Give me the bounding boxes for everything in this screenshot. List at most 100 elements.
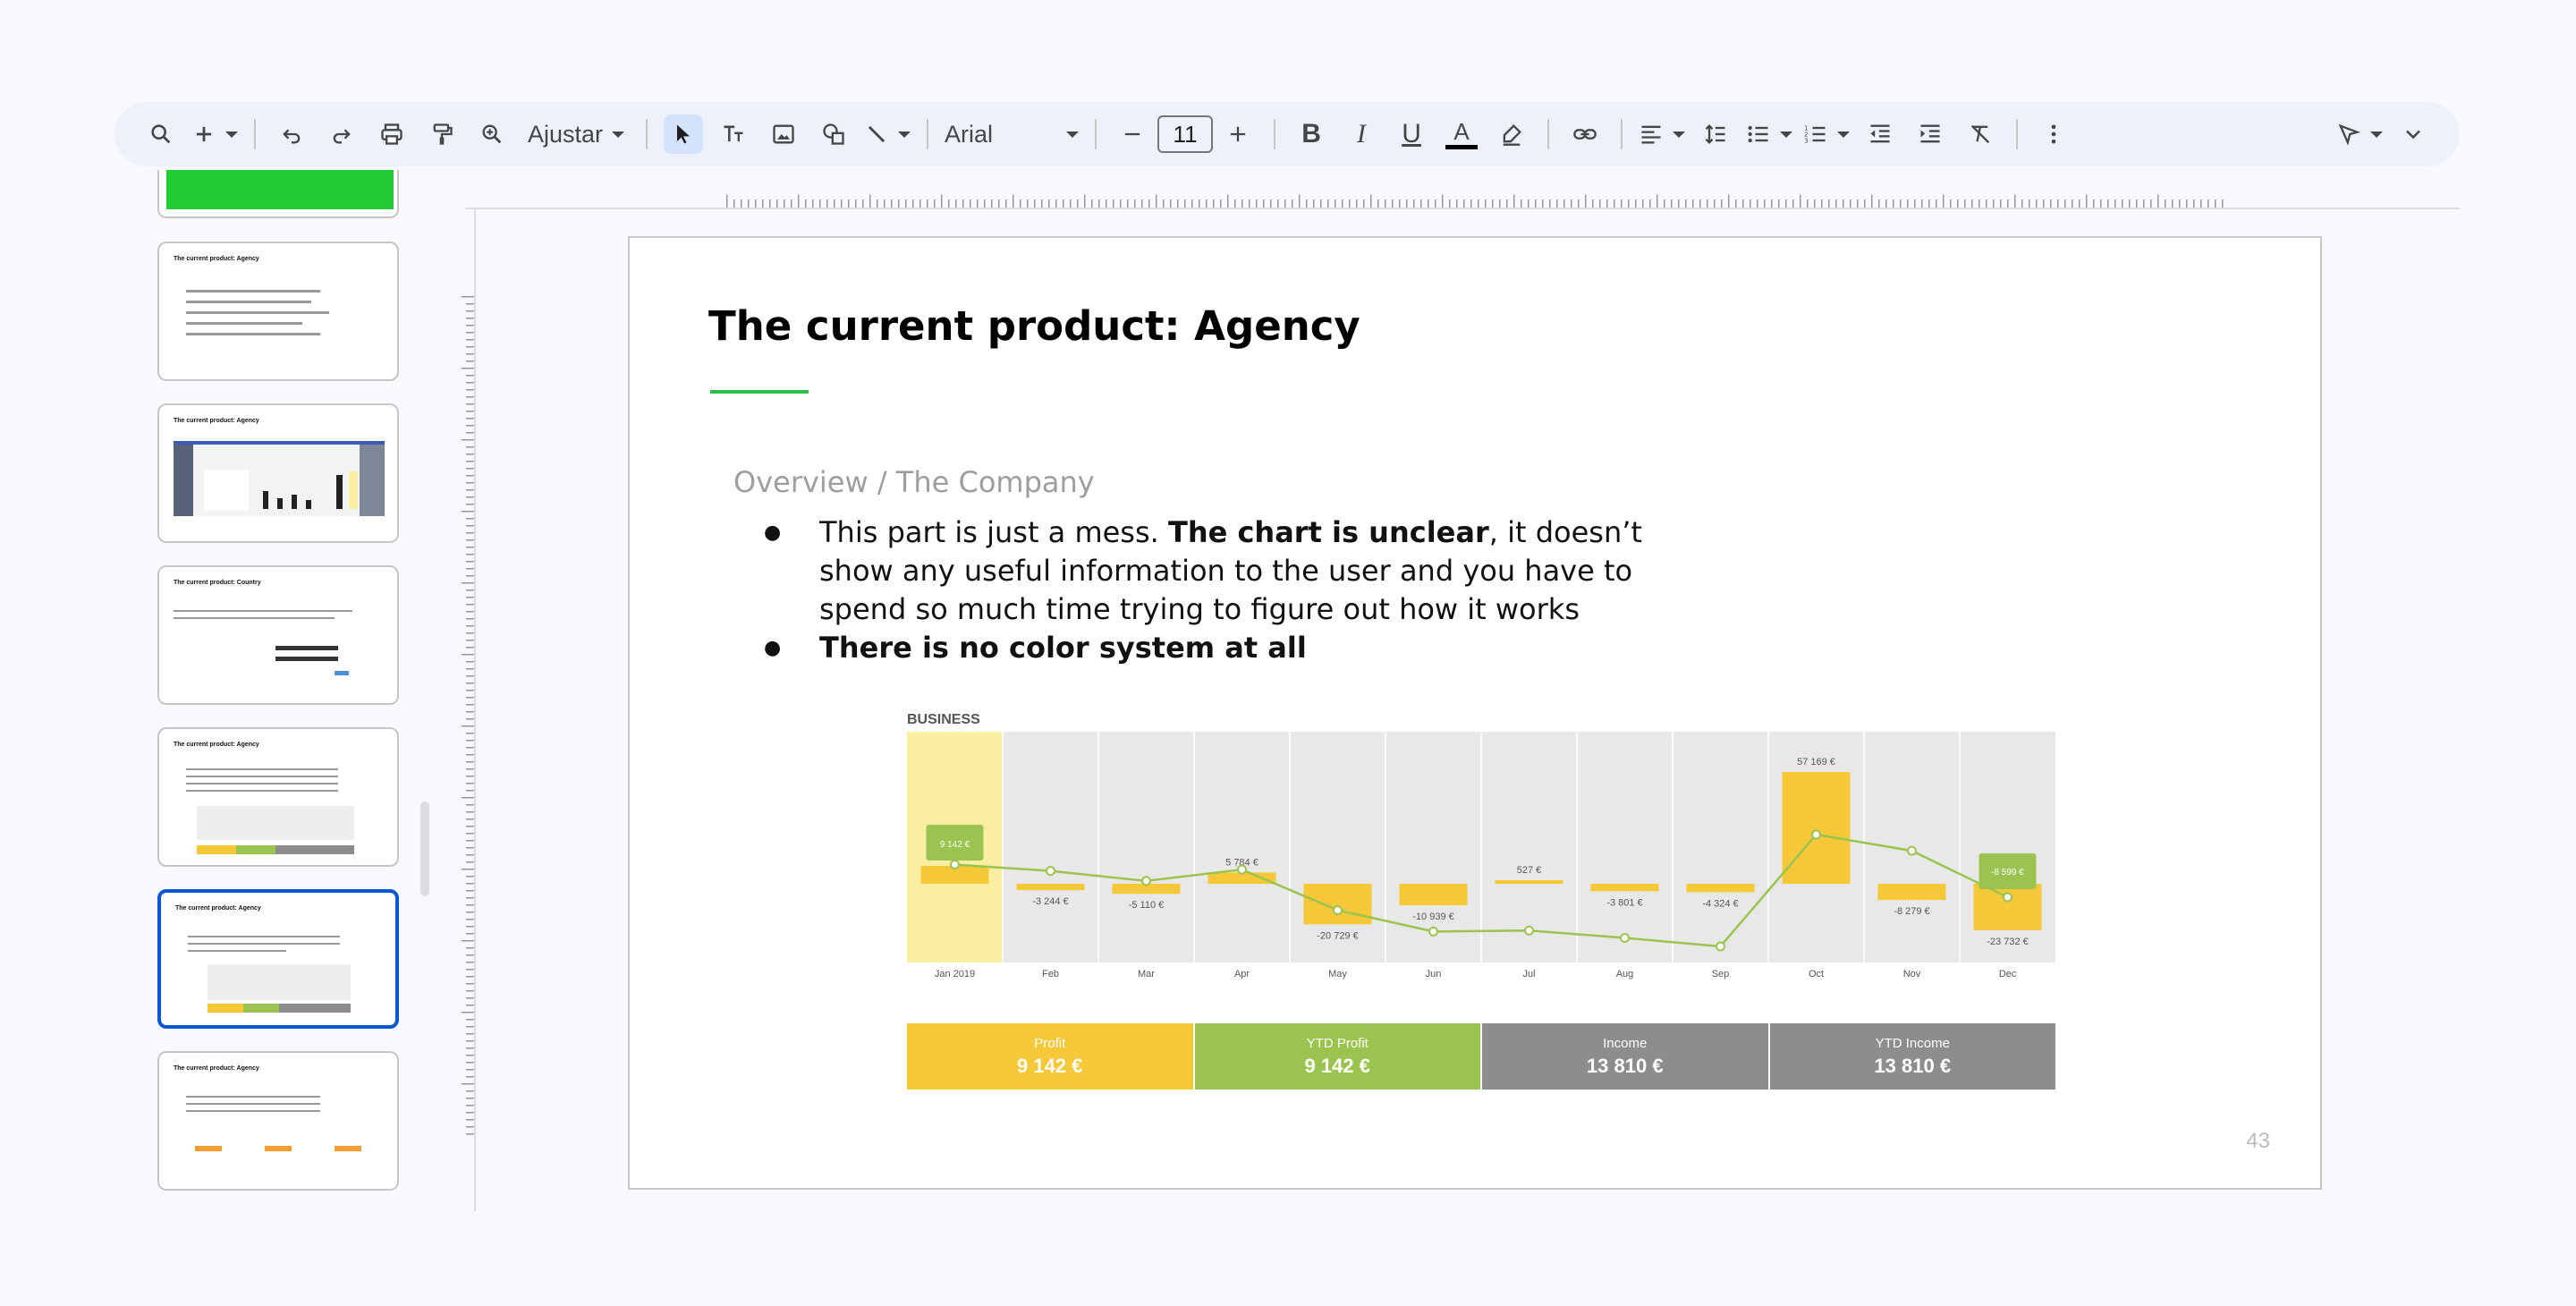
- vertical-ruler[interactable]: [460, 209, 476, 1211]
- thumbnail-text-line: [186, 1103, 320, 1105]
- clear-formatting-icon[interactable]: [1961, 114, 2000, 154]
- slide-thumbnail[interactable]: The current product: Agency: [157, 403, 399, 543]
- chevron-down-icon[interactable]: [1780, 131, 1793, 138]
- slide-title[interactable]: The current product: Agency: [708, 302, 1360, 350]
- undo-icon[interactable]: [272, 114, 311, 154]
- font-family-select[interactable]: Arial: [945, 114, 1080, 154]
- toolbar-divider: [927, 119, 929, 149]
- chart-line-point: [1046, 866, 1055, 877]
- kpi-label: YTD Profit: [1306, 1035, 1368, 1051]
- search-menus-icon[interactable]: [141, 114, 181, 154]
- shape-icon[interactable]: [814, 114, 853, 154]
- filmstrip-scrollbar[interactable]: [420, 801, 429, 896]
- horizontal-ruler[interactable]: [465, 193, 2460, 209]
- chart-bar: [1495, 880, 1563, 884]
- slide-thumbnail[interactable]: The current product: Country: [157, 565, 399, 705]
- chevron-down-icon[interactable]: [2370, 131, 2383, 138]
- toolbar-divider: [1095, 119, 1097, 149]
- toolbar: Ajustar Arial 11 B I U A 1 2 3: [114, 102, 2460, 166]
- thumbnail-screenshot: [174, 441, 385, 516]
- chevron-down-icon[interactable]: [1837, 131, 1851, 138]
- filmstrip-item[interactable]: 40 The current product: Agency: [89, 403, 447, 545]
- chart-bar: [1590, 884, 1659, 892]
- numbered-list-icon[interactable]: 123: [1803, 114, 1851, 154]
- chart-line-point: [1237, 864, 1247, 875]
- filmstrip-item-active[interactable]: 43 The current product: Agency: [89, 889, 447, 1030]
- toolbar-divider: [1274, 119, 1276, 149]
- chart-line-point: [1524, 925, 1534, 936]
- thumbnail-text-line: [186, 790, 338, 792]
- zoom-icon[interactable]: [472, 114, 512, 154]
- thumbnail-title: The current product: Agency: [174, 418, 259, 424]
- thumbnail-title: The current product: Agency: [174, 256, 259, 262]
- thumbnail-text-line: [188, 943, 340, 945]
- kpi-value: 9 142 €: [1017, 1054, 1083, 1077]
- thumbnail-text-line: [188, 936, 340, 937]
- editing-mode-button[interactable]: [2336, 114, 2383, 154]
- kpi-value: 13 810 €: [1874, 1054, 1952, 1077]
- line-spacing-icon[interactable]: [1696, 114, 1735, 154]
- insert-image-icon[interactable]: [764, 114, 803, 154]
- chevron-down-icon[interactable]: [898, 131, 911, 138]
- bulleted-list-icon[interactable]: [1746, 114, 1793, 154]
- chart-data-label: 57 169 €: [1797, 757, 1835, 767]
- bold-button[interactable]: B: [1292, 114, 1331, 154]
- decrease-indent-icon[interactable]: [1860, 114, 1900, 154]
- slide-thumbnail[interactable]: The current product: Agency: [157, 1051, 399, 1191]
- bullet-list[interactable]: This part is just a mess. The chart is u…: [764, 513, 1658, 667]
- filmstrip-item[interactable]: 42 The current product: Agency: [89, 727, 447, 869]
- collapse-toolbar-button[interactable]: [2394, 114, 2433, 154]
- chart-data-label: -5 110 €: [1129, 900, 1165, 911]
- chart-data-label: -3 801 €: [1606, 897, 1642, 908]
- kpi-tile: Profit 9 142 €: [907, 1023, 1193, 1090]
- zoom-label: Ajustar: [528, 120, 604, 148]
- thumbnail-text-line: [174, 610, 352, 612]
- embedded-chart-image[interactable]: BUSINESS 9 142 € Jan 2019 -3 244 € Feb -5 11…: [907, 712, 2061, 1106]
- increase-font-size-button[interactable]: [1218, 114, 1258, 154]
- chart-line-point: [2003, 892, 2012, 903]
- increase-indent-icon[interactable]: [1911, 114, 1950, 154]
- italic-button[interactable]: I: [1342, 114, 1381, 154]
- highlight-color-icon[interactable]: [1492, 114, 1531, 154]
- chart-line-point: [950, 860, 960, 870]
- thumbnail-text-line: [188, 950, 286, 952]
- bullet-text: This part is just a mess.: [819, 515, 1168, 549]
- thumbnail-text-line: [186, 1110, 320, 1112]
- thumbnail-text-line: [186, 301, 311, 303]
- filmstrip-item[interactable]: 41 The current product: Country: [89, 565, 447, 707]
- text-color-button[interactable]: A: [1442, 114, 1481, 154]
- toolbar-divider: [1547, 119, 1550, 149]
- new-slide-button[interactable]: [191, 114, 238, 154]
- slide-canvas[interactable]: The current product: Agency Overview / T…: [628, 236, 2322, 1190]
- chevron-down-icon[interactable]: [1673, 131, 1686, 138]
- italic-icon: I: [1357, 119, 1367, 148]
- chevron-down-icon: [612, 131, 625, 138]
- chevron-down-icon[interactable]: [225, 131, 238, 138]
- select-tool-button[interactable]: [664, 114, 704, 154]
- decrease-font-size-button[interactable]: [1113, 114, 1152, 154]
- thumbnail-text-line: [186, 1096, 320, 1098]
- text-box-icon[interactable]: [714, 114, 753, 154]
- slide-thumbnail[interactable]: The current product: Agency: [157, 242, 399, 381]
- paint-format-icon[interactable]: [422, 114, 462, 154]
- slide-thumbnail-38[interactable]: [157, 170, 399, 218]
- svg-text:3: 3: [1804, 137, 1808, 144]
- underline-button[interactable]: U: [1392, 114, 1431, 154]
- print-icon[interactable]: [372, 114, 411, 154]
- chart-tick-label: May: [1328, 969, 1347, 980]
- redo-icon[interactable]: [322, 114, 361, 154]
- insert-link-icon[interactable]: [1565, 114, 1605, 154]
- more-options-icon[interactable]: [2034, 114, 2073, 154]
- slide-thumbnail-selected[interactable]: The current product: Agency: [157, 889, 399, 1029]
- thumbnail-text-line: [186, 776, 338, 777]
- font-size-input[interactable]: 11: [1157, 115, 1214, 153]
- zoom-select[interactable]: Ajustar: [522, 114, 630, 154]
- slide-subtitle[interactable]: Overview / The Company: [733, 465, 1095, 499]
- chart-line-point: [1141, 876, 1151, 886]
- filmstrip-item[interactable]: 44 The current product: Agency: [89, 1051, 447, 1192]
- chart-tick-label: Oct: [1809, 969, 1824, 980]
- line-tool-icon[interactable]: [864, 114, 911, 154]
- slide-thumbnail[interactable]: The current product: Agency: [157, 727, 399, 867]
- align-icon[interactable]: [1639, 114, 1686, 154]
- filmstrip-item[interactable]: 39 The current product: Agency: [89, 242, 447, 383]
